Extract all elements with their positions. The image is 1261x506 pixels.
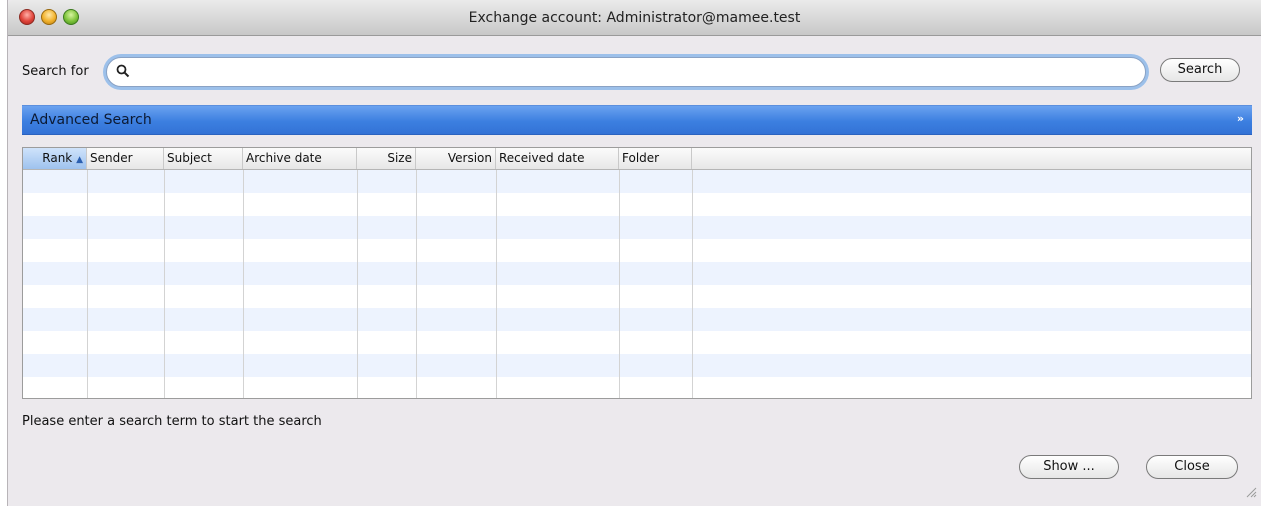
column-divider [496, 170, 497, 398]
title-bar[interactable]: Exchange account: Administrator@mamee.te… [8, 0, 1261, 36]
table-row[interactable] [23, 262, 1251, 285]
advanced-search-label: Advanced Search [30, 112, 152, 128]
table-row[interactable] [23, 239, 1251, 262]
table-row[interactable] [23, 377, 1251, 398]
table-row[interactable] [23, 308, 1251, 331]
column-header-filler [692, 148, 1251, 169]
column-divider [357, 170, 358, 398]
table-row[interactable] [23, 354, 1251, 377]
search-icon [116, 64, 130, 82]
column-header-size[interactable]: Size [357, 148, 416, 169]
resize-grip-icon[interactable] [1245, 486, 1257, 502]
exchange-search-window: Exchange account: Administrator@mamee.te… [7, 0, 1261, 506]
column-divider [416, 170, 417, 398]
column-header-folder[interactable]: Folder [619, 148, 692, 169]
column-header-sender[interactable]: Sender [87, 148, 164, 169]
column-header-label: Rank [42, 151, 73, 165]
column-divider [87, 170, 88, 398]
table-row[interactable] [23, 331, 1251, 354]
table-row[interactable] [23, 170, 1251, 193]
expand-chevron-icon[interactable]: » [1237, 112, 1244, 125]
advanced-search-bar[interactable]: Advanced Search » [22, 105, 1252, 135]
column-header-archive-date[interactable]: Archive date [243, 148, 357, 169]
column-divider [692, 170, 693, 398]
search-label: Search for [22, 64, 89, 79]
close-button[interactable]: Close [1146, 455, 1238, 479]
sort-ascending-icon: ▲ [76, 155, 83, 165]
search-input[interactable] [135, 62, 1135, 82]
results-table[interactable]: Rank ▲ Sender Subject Archive date Size … [22, 147, 1252, 399]
status-message: Please enter a search term to start the … [22, 414, 322, 429]
column-header-version[interactable]: Version [416, 148, 496, 169]
column-header-rank[interactable]: Rank ▲ [23, 148, 87, 169]
table-row[interactable] [23, 216, 1251, 239]
column-divider [164, 170, 165, 398]
search-field[interactable] [106, 57, 1146, 87]
column-header-subject[interactable]: Subject [164, 148, 243, 169]
column-divider [243, 170, 244, 398]
column-header-received-date[interactable]: Received date [496, 148, 619, 169]
column-divider [619, 170, 620, 398]
show-button[interactable]: Show ... [1019, 455, 1119, 479]
table-row[interactable] [23, 285, 1251, 308]
table-row[interactable] [23, 193, 1251, 216]
table-header: Rank ▲ Sender Subject Archive date Size … [23, 148, 1251, 170]
search-button[interactable]: Search [1160, 58, 1240, 82]
window-title: Exchange account: Administrator@mamee.te… [468, 10, 801, 26]
